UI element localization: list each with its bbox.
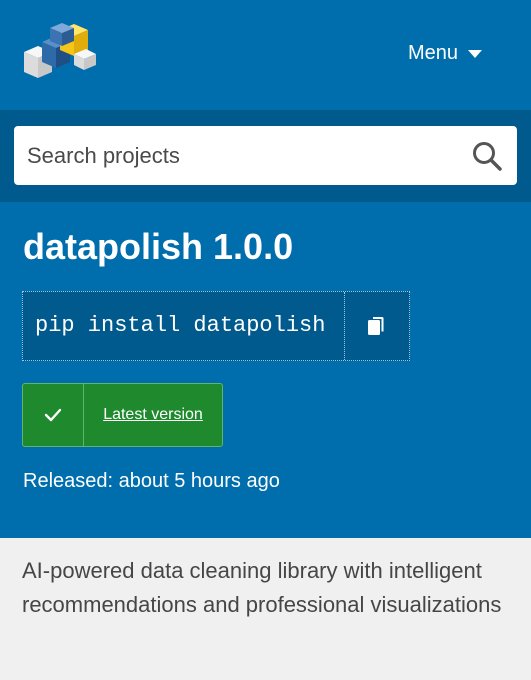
copy-button[interactable] <box>344 292 409 360</box>
copy-icon <box>368 317 384 335</box>
search-bar-section <box>0 110 531 202</box>
package-header: datapolish 1.0.0 pip install datapolish … <box>0 202 531 538</box>
package-summary-section: AI-powered data cleaning library with in… <box>0 538 531 680</box>
pip-install-box: pip install datapolish <box>22 291 410 361</box>
latest-version-badge[interactable]: Latest version <box>22 383 223 447</box>
latest-version-link[interactable]: Latest version <box>84 384 222 446</box>
pypi-logo-icon[interactable] <box>20 18 100 82</box>
menu-label: Menu <box>408 41 459 64</box>
menu-button[interactable]: Menu <box>408 34 483 72</box>
search-icon[interactable] <box>471 140 503 172</box>
top-navigation-bar: Menu <box>0 0 531 110</box>
checkmark-icon <box>23 384 84 446</box>
caret-down-icon <box>468 50 483 58</box>
package-title: datapolish 1.0.0 <box>23 226 294 267</box>
search-box <box>14 126 517 185</box>
search-input[interactable] <box>14 126 454 185</box>
package-summary: AI-powered data cleaning library with in… <box>22 558 502 617</box>
release-date: Released: about 5 hours ago <box>23 470 280 492</box>
pip-install-command[interactable]: pip install datapolish <box>35 292 325 360</box>
